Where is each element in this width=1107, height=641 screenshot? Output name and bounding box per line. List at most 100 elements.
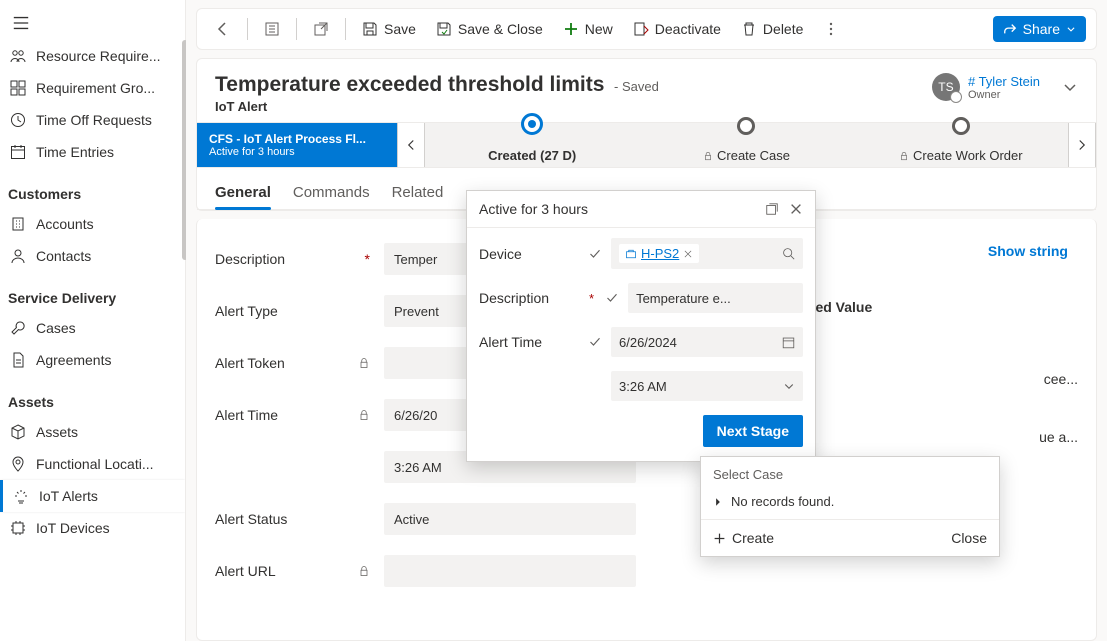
remove-icon[interactable] <box>683 249 693 259</box>
sidebar: Resource Require... Requirement Gro... T… <box>0 0 186 641</box>
share-button[interactable]: Share <box>993 16 1086 42</box>
nav-accounts[interactable]: Accounts <box>0 208 185 240</box>
next-stage-button[interactable]: Next Stage <box>703 415 803 447</box>
open-new-window-button[interactable] <box>305 15 337 43</box>
heading-assets: Assets <box>0 386 185 416</box>
nav-requirement-groups[interactable]: Requirement Gro... <box>0 72 185 104</box>
nav-time-off[interactable]: Time Off Requests <box>0 104 185 136</box>
nav-time-entries[interactable]: Time Entries <box>0 136 185 168</box>
nav-label: IoT Alerts <box>39 488 98 504</box>
avatar: TS <box>932 73 960 101</box>
back-button[interactable] <box>207 15 239 43</box>
flyout-label-time: Alert Time <box>479 334 579 350</box>
bpf-stage-created[interactable]: Created (27 D) <box>425 123 639 167</box>
select-case-dropdown: Select Case No records found. Create Clo… <box>700 456 1000 557</box>
nav-resource-requirements[interactable]: Resource Require... <box>0 40 185 72</box>
nav-agreements[interactable]: Agreements <box>0 344 185 376</box>
flyout-date-input[interactable]: 6/26/2024 <box>611 327 803 357</box>
more-commands-button[interactable] <box>815 15 847 43</box>
delete-button[interactable]: Delete <box>733 15 811 43</box>
lock-icon <box>703 151 713 161</box>
chevron-down-icon[interactable] <box>783 380 795 392</box>
bpf-flow-name: CFS - IoT Alert Process Fl... <box>209 132 385 146</box>
owner-control[interactable]: TS # Tyler Stein Owner <box>932 73 1078 101</box>
flyout-time-input[interactable]: 3:26 AM <box>611 371 803 401</box>
command-bar: Save Save & Close New Deactivate Delete … <box>196 8 1097 50</box>
bpf-flow-header[interactable]: CFS - IoT Alert Process Fl... Active for… <box>197 123 397 167</box>
grid-icon <box>10 80 26 96</box>
dock-icon[interactable] <box>765 202 779 216</box>
owner-link[interactable]: # Tyler Stein <box>968 74 1040 89</box>
tab-general[interactable]: General <box>215 178 271 209</box>
device-lookup[interactable]: H-PS2 <box>611 238 803 269</box>
dropdown-empty-text: No records found. <box>731 494 834 509</box>
clock-off-icon <box>10 112 26 128</box>
wrench-icon <box>10 320 26 336</box>
bpf-prev-button[interactable] <box>397 123 425 167</box>
stage-flyout: Active for 3 hours Device H-PS2 Descript… <box>466 190 816 462</box>
bpf-stage-create-workorder[interactable]: Create Work Order <box>854 123 1068 167</box>
nav-assets[interactable]: Assets <box>0 416 185 448</box>
building-icon <box>10 216 26 232</box>
nav-label: Contacts <box>36 248 91 264</box>
calendar-icon[interactable] <box>782 336 795 349</box>
stage-indicator-icon <box>521 113 543 135</box>
create-button[interactable]: Create <box>713 530 774 546</box>
label-alert-time: Alert Time <box>215 407 278 423</box>
check-icon <box>606 292 618 304</box>
flyout-label-device: Device <box>479 246 579 262</box>
nav-label: Cases <box>36 320 76 336</box>
nav-iot-alerts[interactable]: IoT Alerts <box>0 480 185 512</box>
bpf-stage-label: Create Work Order <box>913 148 1023 163</box>
bpf-stage-label: Created (27 D) <box>488 148 576 163</box>
heading-service-delivery: Service Delivery <box>0 282 185 312</box>
bpf-next-button[interactable] <box>1068 123 1096 167</box>
nav-label: Assets <box>36 424 78 440</box>
search-icon[interactable] <box>782 247 795 260</box>
alert-icon <box>13 488 29 504</box>
record-save-status: - Saved <box>614 79 659 94</box>
save-close-button[interactable]: Save & Close <box>428 15 551 43</box>
save-button[interactable]: Save <box>354 15 424 43</box>
heading-customers: Customers <box>0 178 185 208</box>
label-alert-token: Alert Token <box>215 355 285 371</box>
hamburger-menu[interactable] <box>0 6 185 40</box>
bpf-duration: Active for 3 hours <box>209 146 385 158</box>
device-icon <box>625 248 637 260</box>
flyout-description-input[interactable]: Temperature e... <box>628 283 803 313</box>
nav-functional-locations[interactable]: Functional Locati... <box>0 448 185 480</box>
nav-iot-devices[interactable]: IoT Devices <box>0 512 185 544</box>
nav-label: Accounts <box>36 216 94 232</box>
device-icon <box>10 520 26 536</box>
flyout-label-description: Description <box>479 290 579 306</box>
bpf-stage-create-case[interactable]: Create Case <box>639 123 853 167</box>
label-description: Description <box>215 251 285 267</box>
caret-right-icon <box>713 497 723 507</box>
tab-related[interactable]: Related <box>392 178 444 209</box>
close-icon[interactable] <box>789 202 803 216</box>
nav-label: Resource Require... <box>36 48 161 64</box>
alert-url-input <box>384 555 636 587</box>
calendar-icon <box>10 144 26 160</box>
tab-commands[interactable]: Commands <box>293 178 370 209</box>
new-button[interactable]: New <box>555 15 621 43</box>
nav-label: Time Off Requests <box>36 112 152 128</box>
bpf-stage-label: Create Case <box>717 148 790 163</box>
chevron-down-icon[interactable] <box>1062 79 1078 95</box>
record-entity: IoT Alert <box>215 99 932 114</box>
stage-indicator-icon <box>952 117 970 135</box>
form-selector-button[interactable] <box>256 15 288 43</box>
nav-contacts[interactable]: Contacts <box>0 240 185 272</box>
deactivate-button[interactable]: Deactivate <box>625 15 729 43</box>
close-button[interactable]: Close <box>951 530 987 546</box>
pin-icon <box>10 456 26 472</box>
check-icon <box>589 248 601 260</box>
lock-icon <box>358 565 370 577</box>
label-alert-status: Alert Status <box>215 511 287 527</box>
stage-indicator-icon <box>737 117 755 135</box>
lock-icon <box>899 151 909 161</box>
nav-label: Requirement Gro... <box>36 80 155 96</box>
nav-label: Agreements <box>36 352 111 368</box>
nav-cases[interactable]: Cases <box>0 312 185 344</box>
alert-status-input[interactable] <box>384 503 636 535</box>
